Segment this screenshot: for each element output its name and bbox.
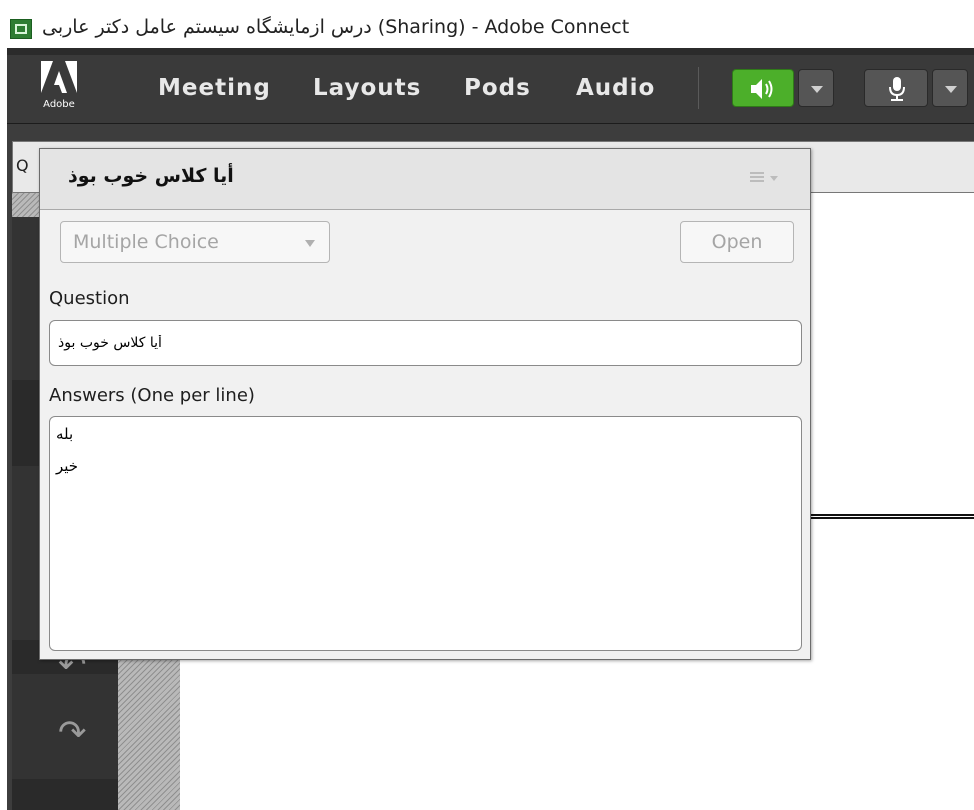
answer-line: بله	[56, 425, 74, 443]
menu-lines-icon	[750, 172, 764, 182]
menu-bar: Adobe Meeting Layouts Pods Audio	[7, 55, 974, 124]
adobe-logo-text: Adobe	[43, 99, 75, 110]
chevron-down-icon	[811, 86, 823, 93]
adobe-logo-icon	[41, 61, 77, 93]
poll-title: أیا كلاس خوب بوذ	[68, 165, 234, 187]
question-label: Question	[49, 288, 130, 309]
chevron-down-icon	[770, 176, 778, 181]
answer-line: خیر	[56, 457, 79, 475]
speaker-toggle-button[interactable]	[732, 69, 794, 107]
menu-audio[interactable]: Audio	[576, 75, 655, 101]
microphone-options-dropdown[interactable]	[932, 69, 968, 107]
background-pod-title-fragment: Q	[16, 156, 29, 175]
adobe-logo: Adobe	[35, 61, 83, 115]
chevron-down-icon	[945, 86, 957, 93]
pod-options-menu-button[interactable]	[748, 169, 782, 189]
question-type-value: Multiple Choice	[73, 231, 219, 253]
question-input[interactable]	[49, 320, 802, 366]
toolbar-hatch-corner	[12, 193, 40, 217]
speaker-icon	[751, 79, 773, 99]
poll-title-bar[interactable]: أیا كلاس خوب بوذ	[40, 149, 810, 210]
whiteboard-drawn-line	[808, 514, 974, 519]
microphone-toggle-button[interactable]	[864, 69, 928, 107]
answers-label: Answers (One per line)	[49, 385, 255, 406]
answers-textarea[interactable]: بله خیر	[49, 416, 802, 651]
menu-pods[interactable]: Pods	[464, 75, 531, 101]
open-poll-button[interactable]: Open	[680, 221, 794, 263]
poll-pod: أیا كلاس خوب بوذ Multiple Choice Open Qu…	[39, 148, 811, 660]
chevron-down-icon	[305, 240, 315, 247]
window-title: درس ازمایشگاه سیستم عامل دکتر عاربی (Sha…	[42, 16, 630, 38]
menu-meeting[interactable]: Meeting	[158, 75, 271, 101]
menu-divider	[698, 67, 699, 109]
redo-icon[interactable]: ↷	[58, 713, 87, 753]
adobe-connect-app-icon	[10, 19, 32, 39]
microphone-icon	[889, 77, 905, 101]
menu-layouts[interactable]: Layouts	[313, 75, 421, 101]
question-type-select[interactable]: Multiple Choice	[60, 221, 330, 263]
speaker-options-dropdown[interactable]	[798, 69, 834, 107]
window-title-bar: درس ازمایشگاه سیستم عامل دکتر عاربی (Sha…	[0, 0, 974, 48]
